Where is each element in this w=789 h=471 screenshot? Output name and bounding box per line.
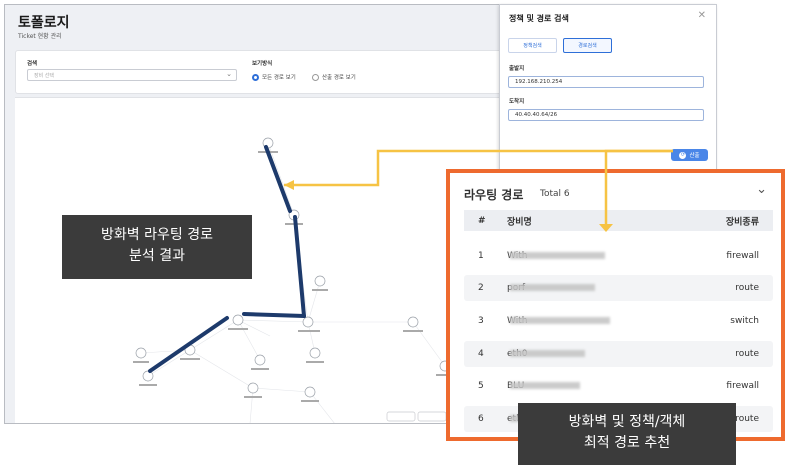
connector-arrow-icon: [284, 180, 294, 190]
callout-line: 분석 결과: [129, 248, 185, 264]
connector-arrow-icon: [599, 224, 613, 232]
connector-line: [604, 149, 673, 224]
callout-line: 방화벽 라우팅 경로: [101, 227, 213, 243]
callout-optimal-route: 방화벽 및 정책/객체 최적 경로 추천: [518, 403, 736, 465]
callout-line: 최적 경로 추천: [583, 435, 671, 451]
connector-line: [284, 149, 673, 187]
callout-line: 방화벽 및 정책/객체: [568, 414, 686, 430]
callout-routing-analysis: 방화벽 라우팅 경로 분석 결과: [62, 215, 252, 279]
